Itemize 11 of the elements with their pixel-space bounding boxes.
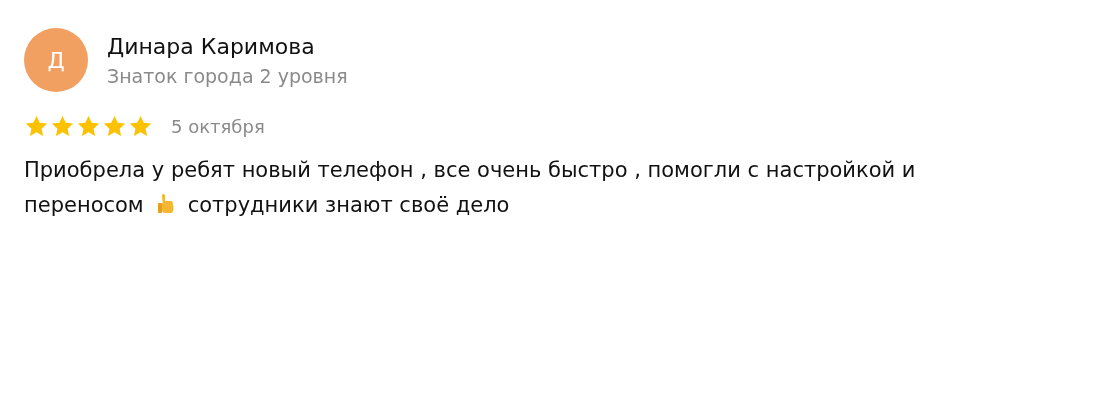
thumbs-up-icon [155,192,176,216]
star-icon [50,114,75,139]
review-date: 5 октября [171,116,265,137]
star-icon [76,114,101,139]
star-icon [102,114,127,139]
star-icon [24,114,49,139]
author-name: Динара Каримова [107,33,316,59]
star-icon [128,114,153,139]
avatar: Д [24,28,88,92]
author-level: Знаток города 2 уровня [107,64,348,87]
review-text: Приобрела у ребят новый телефон , все очень быстро , помогли с настройкой и переносом сотрудники знают своё дело [24,157,917,219]
